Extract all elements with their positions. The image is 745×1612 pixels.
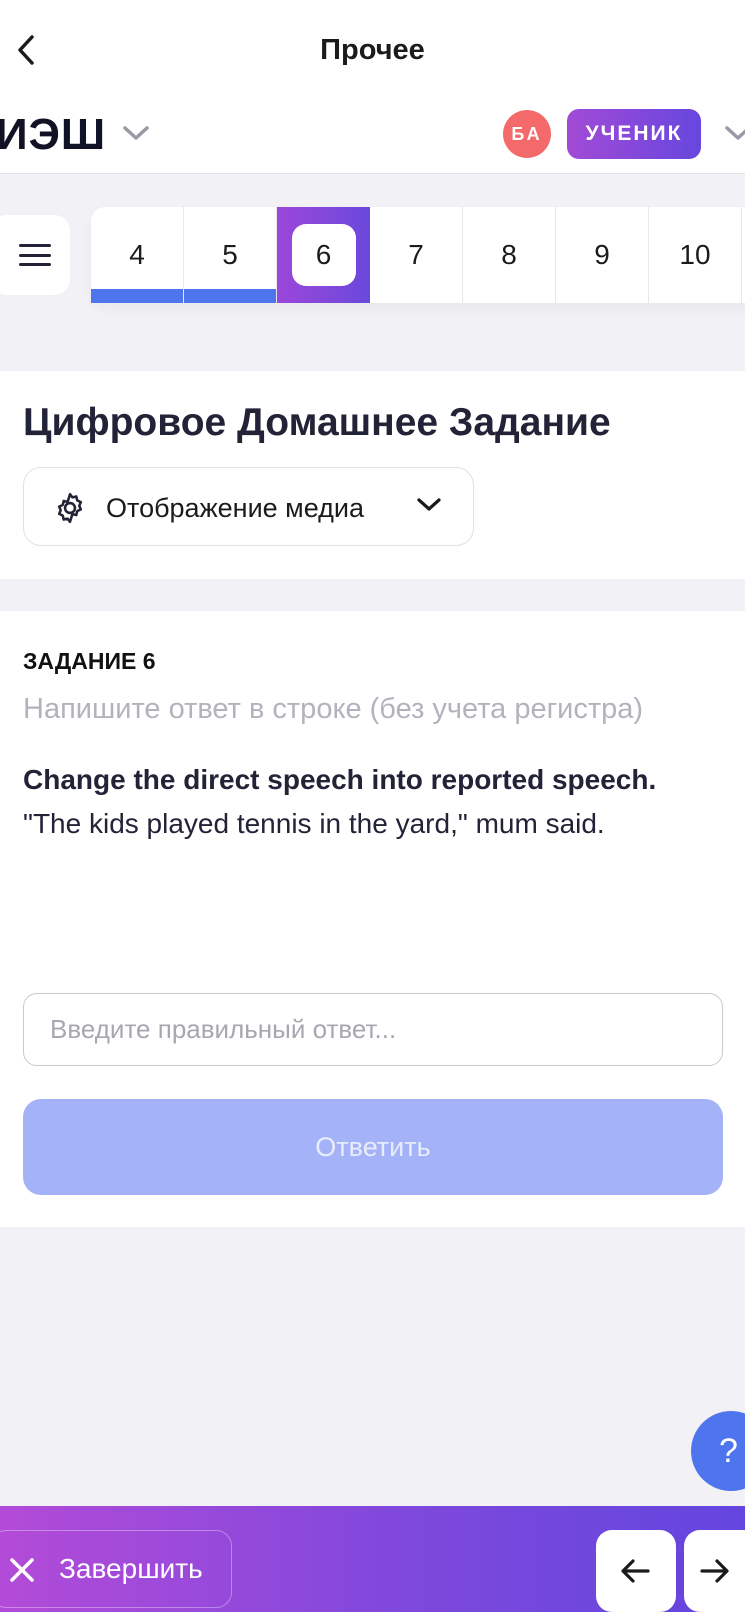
hamburger-icon: [19, 244, 51, 266]
bottom-action-bar: Завершить: [0, 1506, 745, 1612]
completed-indicator: [184, 289, 276, 303]
question-number: 7: [408, 239, 424, 270]
app-header: ИЭШ БА УЧЕНИК: [0, 102, 745, 174]
help-button[interactable]: ?: [691, 1411, 745, 1491]
homework-header-card: Цифровое Домашнее Задание Отображение ме…: [0, 371, 745, 579]
question-tab-6[interactable]: 6: [277, 207, 370, 303]
question-tab-4[interactable]: 4: [91, 207, 184, 303]
finish-button[interactable]: Завершить: [0, 1530, 232, 1608]
user-avatar[interactable]: БА: [503, 110, 551, 158]
top-navigation-bar: Прочее: [0, 0, 745, 102]
question-tab-7[interactable]: 7: [370, 207, 463, 303]
task-text: "The kids played tennis in the yard," mu…: [23, 808, 605, 839]
submit-answer-button[interactable]: Ответить: [23, 1099, 723, 1195]
app-logo[interactable]: ИЭШ: [0, 110, 106, 160]
chevron-down-icon[interactable]: [122, 124, 150, 142]
task-number: ЗАДАНИЕ 6: [23, 648, 156, 674]
questions-menu-button[interactable]: [0, 215, 70, 295]
task-instruction: Change the direct speech into reported s…: [23, 764, 657, 795]
next-question-button[interactable]: [684, 1530, 745, 1612]
completed-indicator: [91, 289, 183, 303]
task-hint: Напишите ответ в строке (без учета регис…: [23, 693, 644, 725]
question-tab-5[interactable]: 5: [184, 207, 277, 303]
chevron-down-icon: [417, 498, 441, 511]
question-number: 6: [291, 224, 356, 286]
question-navigation: 4 5 6 7 8 9 10: [91, 207, 745, 303]
finish-button-label: Завершить: [59, 1553, 203, 1584]
close-icon: [10, 1558, 34, 1582]
arrow-right-icon: [700, 1559, 729, 1583]
question-tab-10[interactable]: 10: [649, 207, 742, 303]
question-tab-8[interactable]: 8: [463, 207, 556, 303]
page-title: Прочее: [320, 34, 425, 66]
question-tab-9[interactable]: 9: [556, 207, 649, 303]
answer-input[interactable]: [23, 993, 723, 1066]
arrow-left-icon: [621, 1559, 650, 1583]
question-number: 9: [594, 239, 610, 270]
chevron-down-icon[interactable]: [724, 124, 745, 142]
task-card: ЗАДАНИЕ 6 Напишите ответ в строке (без у…: [0, 611, 745, 1227]
gear-icon: [57, 492, 83, 524]
question-number: 5: [222, 239, 238, 270]
question-number: 4: [129, 239, 145, 270]
role-button[interactable]: УЧЕНИК: [567, 109, 701, 159]
homework-title: Цифровое Домашнее Задание: [23, 401, 611, 444]
media-display-dropdown[interactable]: Отображение медиа: [23, 467, 474, 546]
media-dropdown-label: Отображение медиа: [106, 493, 365, 523]
question-number: 8: [501, 239, 517, 270]
question-number: 10: [679, 239, 711, 270]
previous-question-button[interactable]: [596, 1530, 676, 1612]
